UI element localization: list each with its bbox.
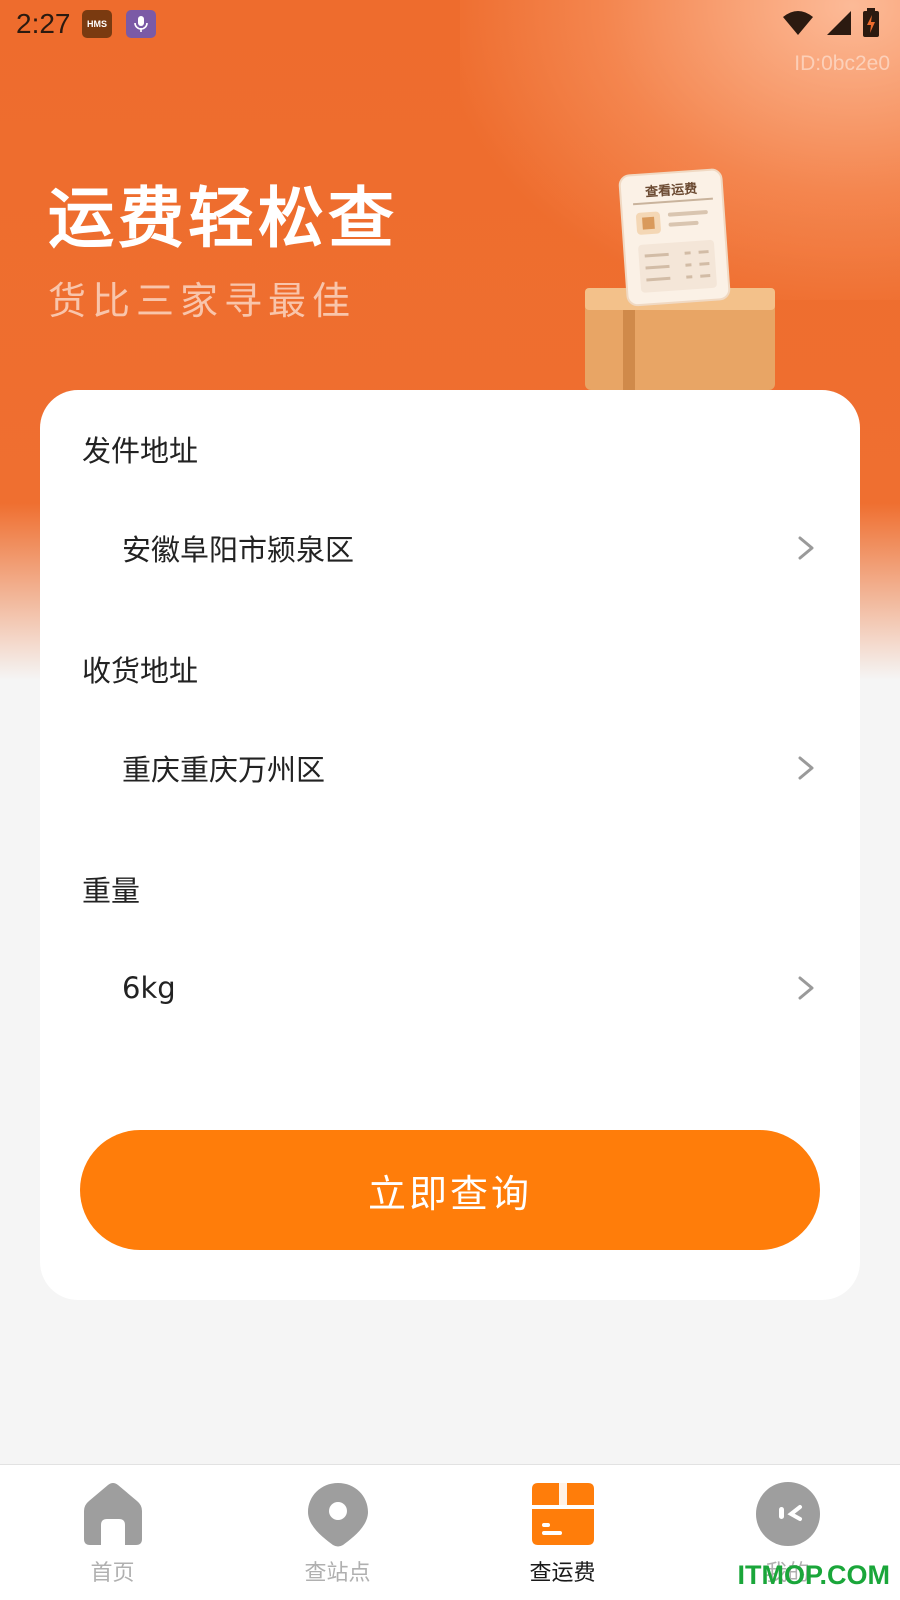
weight-value: 6kg [122,971,176,1005]
status-bar: 2:27 HMS [0,0,900,48]
profile-icon [756,1482,820,1546]
query-now-button[interactable]: 立即查询 [80,1130,820,1250]
receiver-address-label: 收货地址 [82,654,199,688]
home-icon [84,1483,142,1545]
status-time: 2:27 [16,8,71,39]
chevron-right-icon [798,536,814,560]
sender-address-value: 安徽阜阳市颍泉区 [122,533,355,567]
package-receipt-illustration: 查看运费 [585,168,775,390]
freight-query-card: 发件地址 安徽阜阳市颍泉区 收货地址 重庆重庆万州区 重量 6kg 立即查询 [40,390,860,1300]
weight-selector[interactable]: 6kg [80,948,820,1028]
page-title: 运费轻松查 [48,180,398,257]
tab-find-station-label: 查站点 [304,1561,371,1586]
battery-charging-icon [863,8,879,37]
weight-label: 重量 [82,874,141,908]
status-indicators [782,8,880,38]
receiver-address-selector[interactable]: 重庆重庆万州区 [80,728,820,808]
tab-home-label: 首页 [90,1561,135,1586]
chevron-right-icon [798,976,814,1000]
chevron-right-icon [798,756,814,780]
location-pin-icon [308,1483,368,1547]
receiver-address-value: 重庆重庆万州区 [122,753,326,787]
tab-home[interactable]: 首页 [0,1465,225,1600]
wifi-icon [783,11,813,35]
tab-find-station[interactable]: 查站点 [225,1465,450,1600]
hms-notification-icon: HMS [82,10,112,38]
sender-address-label: 发件地址 [82,434,199,468]
package-box-icon [532,1483,594,1545]
watermark: ITMOP.COM [737,1560,890,1590]
device-id: ID:0bc2e0 [794,52,890,75]
sender-address-selector[interactable]: 安徽阜阳市颍泉区 [80,508,820,588]
page-subtitle: 货比三家寻最佳 [48,279,357,323]
tab-check-freight[interactable]: 查运费 [450,1465,675,1600]
tab-check-freight-label: 查运费 [529,1561,596,1586]
signal-icon [827,11,851,35]
voice-notification-icon [126,10,156,38]
